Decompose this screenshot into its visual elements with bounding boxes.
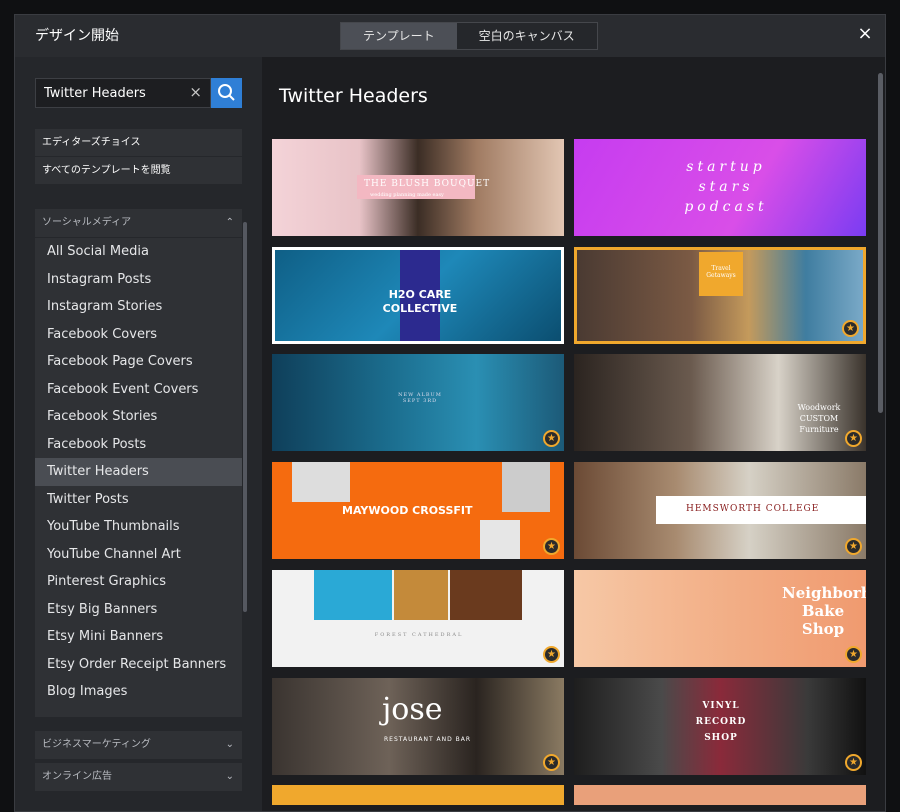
clear-search-icon[interactable]: ×: [189, 83, 202, 101]
template-card[interactable]: [574, 785, 866, 805]
gallery-heading: Twitter Headers: [279, 85, 428, 107]
card-title: jose: [382, 692, 443, 727]
section-social-media[interactable]: ソーシャルメディア ⌃: [35, 209, 242, 237]
card-title: H2O CARE COLLECTIVE: [382, 288, 458, 315]
mode-toggle: テンプレート 空白のキャンバス: [340, 22, 598, 50]
template-card[interactable]: jose RESTAURANT AND BAR ★: [272, 678, 564, 775]
premium-star-icon: ★: [845, 430, 862, 447]
premium-star-icon: ★: [842, 320, 859, 337]
card-photo: [394, 570, 448, 620]
card-title: FOREST CATHEDRAL: [374, 632, 464, 638]
category-item[interactable]: Facebook Posts: [35, 431, 242, 459]
card-title: Woodwork CUSTOM Furniture: [797, 403, 841, 434]
card-title: THE BLUSH BOUQUET: [364, 179, 491, 189]
card-photo: [314, 570, 392, 620]
template-gallery: Twitter Headers THE BLUSH BOUQUET weddin…: [262, 57, 885, 811]
premium-star-icon: ★: [543, 430, 560, 447]
template-card[interactable]: [272, 785, 564, 805]
category-item[interactable]: Etsy Mini Banners: [35, 623, 242, 651]
section-social-media-label: ソーシャルメディア: [42, 217, 132, 228]
card-photo: [480, 520, 520, 559]
card-title: NEW ALBUM SEPT 3RD: [398, 392, 442, 404]
category-item[interactable]: Facebook Covers: [35, 321, 242, 349]
card-title: MAYWOOD CROSSFIT: [342, 504, 473, 517]
template-card[interactable]: Travel Getaways ★: [574, 247, 866, 344]
premium-star-icon: ★: [845, 754, 862, 771]
category-item[interactable]: Facebook Stories: [35, 403, 242, 431]
card-title: HEMSWORTH COLLEGE: [686, 504, 820, 514]
premium-star-icon: ★: [543, 538, 560, 555]
card-title: VINYL RECORD SHOP: [695, 701, 747, 743]
category-list: All Social Media Instagram Posts Instagr…: [35, 238, 242, 717]
section-business-label: ビジネスマーケティング: [42, 739, 151, 750]
card-title: Neighborhood Bake Shop: [782, 584, 866, 638]
category-item[interactable]: Blog Images: [35, 678, 242, 706]
template-card[interactable]: HEMSWORTH COLLEGE ★: [574, 462, 866, 559]
search-input[interactable]: [36, 79, 186, 107]
template-card[interactable]: VINYL RECORD SHOP ★: [574, 678, 866, 775]
card-subtitle: RESTAURANT AND BAR: [384, 736, 472, 743]
title-bar: デザイン開始 テンプレート 空白のキャンバス ×: [15, 15, 885, 57]
template-card[interactable]: H2O CARE COLLECTIVE: [272, 247, 564, 344]
card-title: Travel Getaways: [706, 265, 736, 279]
card-photo: [450, 570, 522, 620]
section-ads-label: オンライン広告: [42, 771, 112, 782]
browse-all-templates-link[interactable]: すべてのテンプレートを閲覧: [35, 157, 242, 184]
close-icon[interactable]: ×: [855, 24, 875, 44]
premium-star-icon: ★: [845, 646, 862, 663]
template-card[interactable]: startup stars podcast: [574, 139, 866, 236]
chevron-up-icon: ⌃: [225, 217, 234, 228]
sidebar: × エディターズチョイス すべてのテンプレートを閲覧 ソーシャルメディア ⌃ A…: [15, 57, 262, 811]
tab-templates[interactable]: テンプレート: [341, 23, 457, 49]
template-card[interactable]: NEW ALBUM SEPT 3RD ★: [272, 354, 564, 451]
template-card[interactable]: THE BLUSH BOUQUET wedding planning made …: [272, 139, 564, 236]
category-item[interactable]: Etsy Order Receipt Banners: [35, 651, 242, 679]
section-online-ads[interactable]: オンライン広告 ⌄: [35, 763, 242, 791]
category-item[interactable]: Etsy Big Banners: [35, 596, 242, 624]
card-photo: [502, 462, 550, 512]
template-card[interactable]: Neighborhood Bake Shop ★: [574, 570, 866, 667]
category-item[interactable]: Twitter Posts: [35, 486, 242, 514]
premium-star-icon: ★: [543, 754, 560, 771]
category-item[interactable]: Facebook Event Covers: [35, 376, 242, 404]
template-card[interactable]: MAYWOOD CROSSFIT ★: [272, 462, 564, 559]
category-item[interactable]: Facebook Page Covers: [35, 348, 242, 376]
editors-choice-link[interactable]: エディターズチョイス: [35, 129, 242, 156]
card-title: startup stars podcast: [684, 159, 768, 215]
category-item[interactable]: YouTube Channel Art: [35, 541, 242, 569]
gallery-scrollbar[interactable]: [878, 73, 883, 413]
search-box: ×: [35, 78, 211, 108]
category-item[interactable]: YouTube Thumbnails: [35, 513, 242, 541]
chevron-down-icon: ⌄: [225, 739, 234, 750]
template-card[interactable]: FOREST CATHEDRAL ★: [272, 570, 564, 667]
search-icon: [218, 84, 235, 101]
category-item-selected[interactable]: Twitter Headers: [35, 458, 242, 486]
category-item[interactable]: Instagram Stories: [35, 293, 242, 321]
sidebar-scrollbar[interactable]: [243, 222, 247, 612]
premium-star-icon: ★: [543, 646, 560, 663]
tab-blank-canvas[interactable]: 空白のキャンバス: [456, 23, 597, 49]
chevron-down-icon: ⌄: [225, 771, 234, 782]
card-photo: [292, 462, 350, 502]
section-business-marketing[interactable]: ビジネスマーケティング ⌄: [35, 731, 242, 759]
category-item[interactable]: Pinterest Graphics: [35, 568, 242, 596]
card-subtitle: wedding planning made easy: [370, 192, 444, 198]
design-start-dialog: デザイン開始 テンプレート 空白のキャンバス × × エディターズチョイス すべ…: [14, 14, 886, 812]
search-button[interactable]: [211, 78, 242, 108]
premium-star-icon: ★: [845, 538, 862, 555]
category-item[interactable]: Instagram Posts: [35, 266, 242, 294]
dialog-title: デザイン開始: [35, 28, 119, 44]
category-item[interactable]: All Social Media: [35, 238, 242, 266]
template-card[interactable]: Woodwork CUSTOM Furniture ★: [574, 354, 866, 451]
